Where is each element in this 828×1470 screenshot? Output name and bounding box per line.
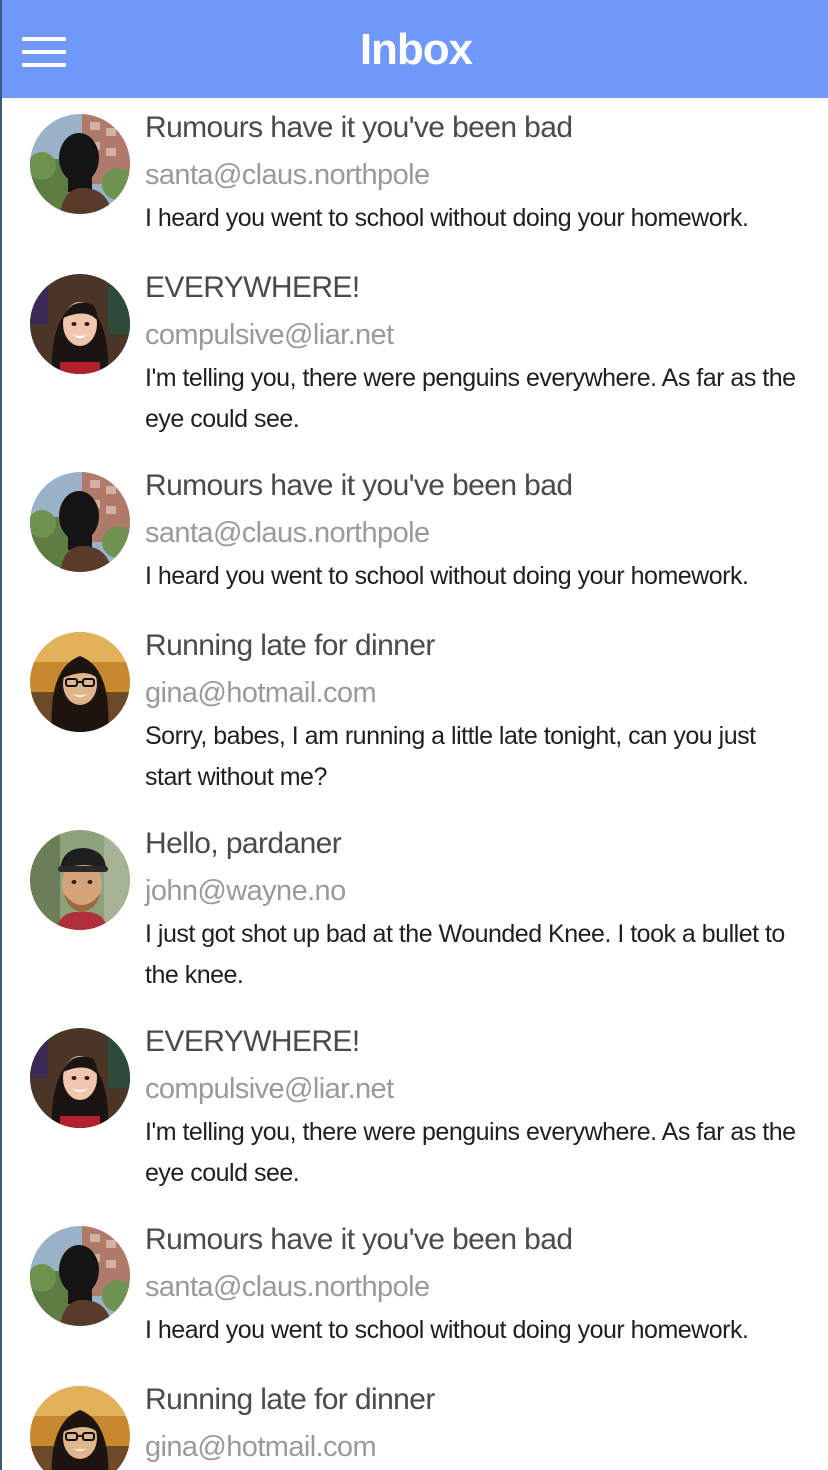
- message-item[interactable]: Running late for dinner gina@hotmail.com…: [2, 616, 828, 814]
- message-subject: EVERYWHERE!: [145, 1025, 360, 1058]
- message-text: EVERYWHERE! compulsive@liar.net I'm tell…: [145, 268, 805, 440]
- message-preview: I'm telling you, there were penguins eve…: [145, 364, 796, 433]
- message-subject: Rumours have it you've been bad: [145, 469, 573, 502]
- message-sender: compulsive@liar.net: [145, 1073, 394, 1105]
- message-subject: Running late for dinner: [145, 1383, 435, 1416]
- message-subject: Rumours have it you've been bad: [145, 1223, 573, 1256]
- message-preview: I heard you went to school without doing…: [145, 204, 749, 232]
- smiling-woman-avatar: [30, 274, 130, 374]
- message-sender: gina@hotmail.com: [145, 677, 377, 709]
- message-item[interactable]: Running late for dinner gina@hotmail.com: [2, 1370, 828, 1470]
- page-title: Inbox: [359, 25, 473, 74]
- woman-with-glasses-avatar: [30, 1386, 130, 1470]
- message-item[interactable]: Rumours have it you've been bad santa@cl…: [2, 1210, 828, 1370]
- message-text: Rumours have it you've been bad santa@cl…: [145, 466, 805, 597]
- message-preview: Sorry, babes, I am running a little late…: [145, 722, 756, 791]
- message-subject: EVERYWHERE!: [145, 271, 360, 304]
- message-text: Hello, pardaner john@wayne.no I just got…: [145, 824, 805, 996]
- message-item[interactable]: Hello, pardaner john@wayne.no I just got…: [2, 814, 828, 1012]
- message-text: Rumours have it you've been bad santa@cl…: [145, 1220, 805, 1351]
- inbox-app: Inbox Rumours have it you've been bad sa…: [0, 0, 828, 1470]
- message-text: Running late for dinner gina@hotmail.com…: [145, 626, 805, 798]
- message-preview: I'm telling you, there were penguins eve…: [145, 1118, 796, 1187]
- man-with-cap-avatar: [30, 830, 130, 930]
- message-sender: santa@claus.northpole: [145, 517, 430, 549]
- message-item[interactable]: Rumours have it you've been bad santa@cl…: [2, 456, 828, 616]
- message-sender: john@wayne.no: [145, 875, 346, 907]
- message-item[interactable]: EVERYWHERE! compulsive@liar.net I'm tell…: [2, 1012, 828, 1210]
- message-sender: gina@hotmail.com: [145, 1431, 377, 1463]
- message-sender: santa@claus.northpole: [145, 159, 430, 191]
- message-subject: Running late for dinner: [145, 629, 435, 662]
- smiling-woman-avatar: [30, 1028, 130, 1128]
- message-list: Rumours have it you've been bad santa@cl…: [2, 98, 828, 1470]
- masked-man-avatar: [30, 1226, 130, 1326]
- message-subject: Hello, pardaner: [145, 827, 342, 860]
- message-sender: compulsive@liar.net: [145, 319, 394, 351]
- message-text: EVERYWHERE! compulsive@liar.net I'm tell…: [145, 1022, 805, 1194]
- message-text: Rumours have it you've been bad santa@cl…: [145, 108, 805, 239]
- message-item[interactable]: EVERYWHERE! compulsive@liar.net I'm tell…: [2, 258, 828, 456]
- masked-man-avatar: [30, 472, 130, 572]
- woman-with-glasses-avatar: [30, 632, 130, 732]
- masked-man-avatar: [30, 114, 130, 214]
- message-preview: I heard you went to school without doing…: [145, 1316, 749, 1344]
- message-subject: Rumours have it you've been bad: [145, 111, 573, 144]
- message-preview: I heard you went to school without doing…: [145, 562, 749, 590]
- message-text: Running late for dinner gina@hotmail.com: [145, 1380, 805, 1470]
- message-item[interactable]: Rumours have it you've been bad santa@cl…: [2, 98, 828, 258]
- message-sender: santa@claus.northpole: [145, 1271, 430, 1303]
- message-preview: I just got shot up bad at the Wounded Kn…: [145, 920, 785, 989]
- app-header: Inbox: [2, 0, 828, 98]
